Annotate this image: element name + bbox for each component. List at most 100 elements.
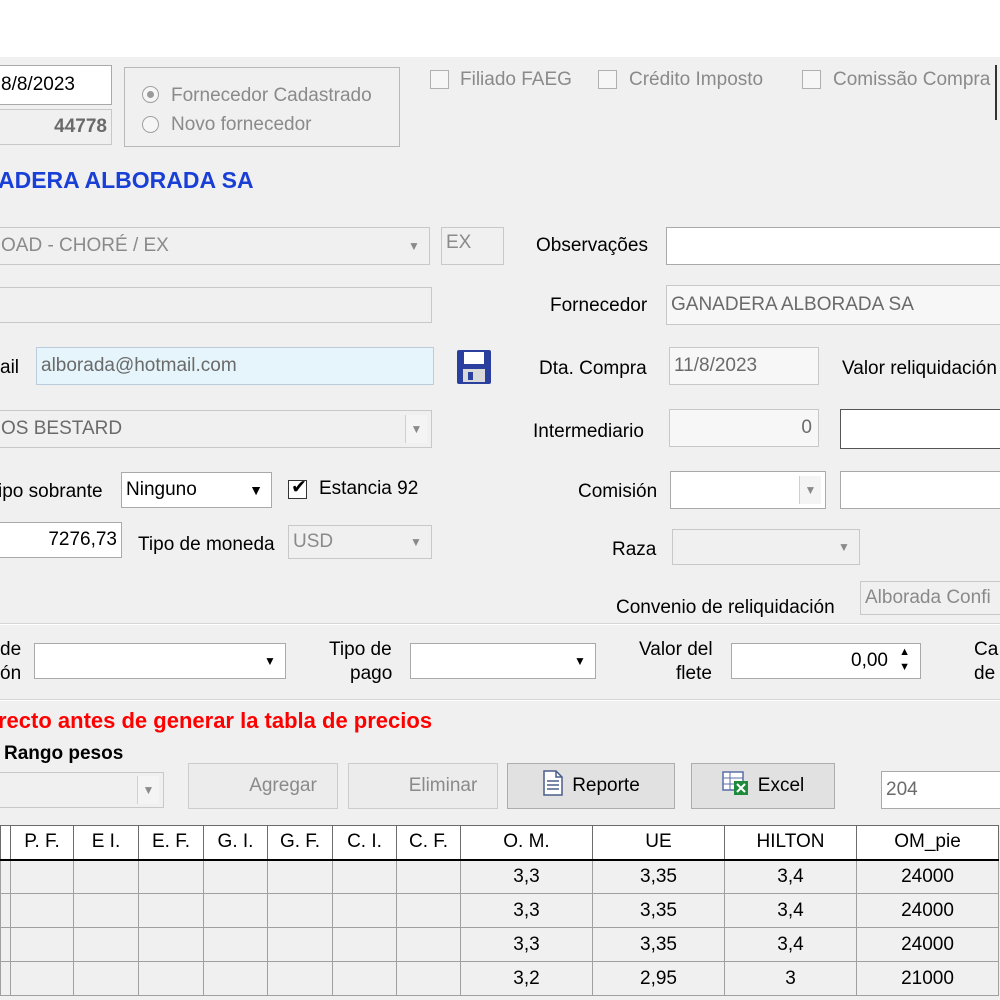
estancia-checkbox[interactable]: ✔ (288, 477, 307, 499)
payment-left-dropdown[interactable]: ▼ (34, 643, 286, 679)
table-cell[interactable]: 3,2 (460, 961, 593, 996)
table-cell[interactable]: 3,3 (460, 927, 593, 962)
column-header[interactable]: P. F. (10, 825, 74, 861)
valor-flete-field[interactable]: 0,00 ▲ ▼ (731, 643, 921, 679)
code-field[interactable]: 204 (881, 771, 1000, 809)
table-cell[interactable]: 3 (724, 961, 857, 996)
table-cell[interactable] (332, 961, 397, 996)
table-cell[interactable]: 24000 (856, 859, 999, 894)
table-cell[interactable] (332, 927, 397, 962)
table-cell[interactable] (0, 961, 11, 996)
table-cell[interactable] (0, 859, 11, 894)
table-cell[interactable]: 3,4 (724, 859, 857, 894)
stepper-down-icon[interactable]: ▼ (899, 661, 910, 673)
excel-button[interactable]: Excel (691, 763, 835, 809)
table-cell[interactable]: 3,3 (460, 893, 593, 928)
table-cell[interactable]: 3,35 (592, 927, 725, 962)
column-header[interactable]: E I. (73, 825, 139, 861)
table-cell[interactable] (138, 859, 204, 894)
filiado-checkbox[interactable] (430, 70, 449, 89)
table-cell[interactable] (203, 927, 268, 962)
stepper-up-icon[interactable]: ▲ (899, 646, 910, 658)
column-header[interactable]: HILTON (724, 825, 857, 861)
table-cell[interactable] (10, 893, 74, 928)
table-row[interactable]: 3,3 3,35 3,4 24000 (0, 927, 999, 962)
table-cell[interactable]: 24000 (856, 893, 999, 928)
eliminar-button[interactable]: Eliminar (348, 763, 498, 809)
comision-value-field[interactable] (840, 471, 1000, 509)
raza-dropdown[interactable]: ▼ (672, 529, 860, 565)
table-cell[interactable] (138, 893, 204, 928)
table-cell[interactable] (267, 859, 333, 894)
date-field[interactable]: 8/8/2023 (0, 65, 112, 105)
table-cell[interactable]: 3,3 (460, 859, 593, 894)
observacoes-field[interactable] (666, 227, 1000, 265)
rango-dropdown[interactable]: ▼ (0, 772, 164, 808)
dta-compra-field[interactable]: 11/8/2023 (669, 347, 819, 385)
table-cell[interactable] (267, 893, 333, 928)
tipo-moneda-dropdown[interactable]: USD ▼ (288, 525, 432, 559)
save-icon[interactable] (454, 347, 494, 387)
tipo-pago-dropdown[interactable]: ▼ (410, 643, 596, 679)
table-cell[interactable] (203, 961, 268, 996)
reporte-button[interactable]: Reporte (507, 763, 675, 809)
table-cell[interactable] (267, 961, 333, 996)
radio-registered[interactable] (142, 86, 159, 103)
comissao-checkbox[interactable] (802, 70, 821, 89)
tipo-sobrante-dropdown[interactable]: Ninguno ▼ (121, 472, 272, 508)
table-cell[interactable] (332, 893, 397, 928)
table-row[interactable]: 3,2 2,95 3 21000 (0, 961, 999, 996)
table-cell[interactable]: 3,4 (724, 927, 857, 962)
table-cell[interactable] (203, 893, 268, 928)
intermediario-field[interactable]: 0 (669, 409, 819, 447)
table-row[interactable]: 3,3 3,35 3,4 24000 (0, 893, 999, 928)
table-cell[interactable]: 3,35 (592, 893, 725, 928)
table-cell[interactable]: 3,35 (592, 859, 725, 894)
table-cell[interactable] (138, 961, 204, 996)
table-cell[interactable] (10, 961, 74, 996)
table-cell[interactable] (73, 893, 139, 928)
radio-new-label[interactable]: Novo fornecedor (171, 114, 311, 136)
column-header[interactable]: C. F. (396, 825, 461, 861)
table-cell[interactable] (396, 961, 461, 996)
table-cell[interactable] (396, 893, 461, 928)
email-field[interactable]: alborada@hotmail.com (36, 347, 434, 385)
radio-registered-label[interactable]: Fornecedor Cadastrado (171, 85, 372, 107)
table-cell[interactable]: 2,95 (592, 961, 725, 996)
price-table[interactable]: P. F. E I. E. F. G. I. G. F. C. I. C. F.… (0, 825, 999, 996)
table-cell[interactable] (0, 927, 11, 962)
column-header[interactable]: O. M. (460, 825, 593, 861)
contact-dropdown[interactable]: OS BESTARD ▼ (0, 410, 432, 448)
table-cell[interactable] (10, 859, 74, 894)
table-cell[interactable] (267, 927, 333, 962)
table-cell[interactable] (10, 927, 74, 962)
column-header[interactable]: C. I. (332, 825, 397, 861)
column-header[interactable]: G. F. (267, 825, 333, 861)
column-header[interactable]: G. I. (203, 825, 268, 861)
table-cell[interactable] (332, 859, 397, 894)
agregar-button[interactable]: Agregar (188, 763, 338, 809)
table-cell[interactable] (396, 927, 461, 962)
table-cell[interactable] (73, 859, 139, 894)
convenio-field[interactable]: Alborada Confi (860, 581, 1000, 615)
location-dropdown[interactable]: OAD - CHORÉ / EX ▼ (0, 227, 430, 265)
column-header[interactable]: UE (592, 825, 725, 861)
table-cell[interactable] (396, 859, 461, 894)
radio-new[interactable] (142, 116, 159, 133)
table-row[interactable]: 3,3 3,35 3,4 24000 (0, 859, 999, 894)
table-cell[interactable] (203, 859, 268, 894)
column-header[interactable]: OM_pie (856, 825, 999, 861)
table-cell[interactable]: 24000 (856, 927, 999, 962)
column-header[interactable] (0, 825, 11, 861)
table-cell[interactable] (73, 927, 139, 962)
table-cell[interactable]: 21000 (856, 961, 999, 996)
comision-dropdown[interactable]: ▼ (670, 471, 826, 509)
table-cell[interactable]: 3,4 (724, 893, 857, 928)
table-cell[interactable] (138, 927, 204, 962)
amount-field[interactable]: 7276,73 (0, 522, 122, 558)
intermediario-name-field[interactable] (840, 409, 1000, 449)
table-cell[interactable] (0, 893, 11, 928)
column-header[interactable]: E. F. (138, 825, 204, 861)
table-cell[interactable] (73, 961, 139, 996)
credito-checkbox[interactable] (598, 70, 617, 89)
